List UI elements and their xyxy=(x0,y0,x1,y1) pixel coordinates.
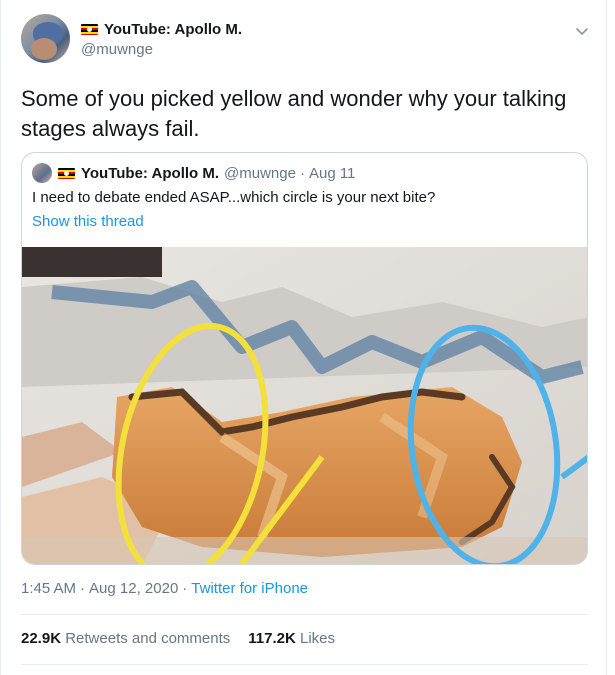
quoted-handle: @muwnge xyxy=(224,164,296,182)
quoted-author-avatar xyxy=(32,163,52,183)
separator-dot: · xyxy=(182,580,188,597)
tweet-header: YouTube: Apollo M. @muwnge xyxy=(21,14,591,70)
tweet-time[interactable]: 1:45 AM xyxy=(21,580,76,597)
retweets-label: Retweets and comments xyxy=(65,630,231,647)
retweets-stat[interactable]: 22.9K Retweets and comments xyxy=(21,630,230,647)
tweet-stats: 22.9K Retweets and comments 117.2K Likes xyxy=(21,630,335,647)
tweet-source-link[interactable]: Twitter for iPhone xyxy=(191,580,308,597)
author-name-row[interactable]: YouTube: Apollo M. xyxy=(81,18,242,40)
divider xyxy=(21,664,588,665)
uganda-flag-icon xyxy=(81,23,98,35)
tweet-metadata: 1:45 AM · Aug 12, 2020 · Twitter for iPh… xyxy=(21,580,308,597)
quoted-tweet-header: YouTube: Apollo M. @muwnge · Aug 11 xyxy=(32,163,355,183)
author-display-name[interactable]: YouTube: Apollo M. xyxy=(104,21,242,38)
likes-count: 117.2K xyxy=(248,630,296,647)
avatar-face xyxy=(31,38,57,60)
show-thread-link[interactable]: Show this thread xyxy=(32,213,144,230)
likes-label: Likes xyxy=(300,630,336,647)
sandwich-photo[interactable] xyxy=(22,247,588,565)
divider xyxy=(21,614,588,615)
uganda-flag-icon xyxy=(58,167,75,179)
chevron-down-icon[interactable] xyxy=(573,22,591,40)
retweets-count: 22.9K xyxy=(21,630,62,647)
quoted-date: Aug 11 xyxy=(308,164,356,182)
quoted-tweet[interactable]: YouTube: Apollo M. @muwnge · Aug 11 I ne… xyxy=(21,152,588,565)
quoted-display-name: YouTube: Apollo M. xyxy=(81,164,220,182)
quoted-tweet-text: I need to debate ended ASAP...which circ… xyxy=(32,189,436,206)
tweet-text: Some of you picked yellow and wonder why… xyxy=(21,86,567,141)
tweet-card: YouTube: Apollo M. @muwnge Some of you p… xyxy=(0,0,607,675)
tweet-date[interactable]: Aug 12, 2020 xyxy=(89,580,178,597)
author-handle[interactable]: @muwnge xyxy=(81,41,153,58)
separator-dot: · xyxy=(299,164,305,182)
likes-stat[interactable]: 117.2K Likes xyxy=(248,630,335,647)
author-avatar[interactable] xyxy=(21,14,70,63)
separator-dot: · xyxy=(80,580,86,597)
